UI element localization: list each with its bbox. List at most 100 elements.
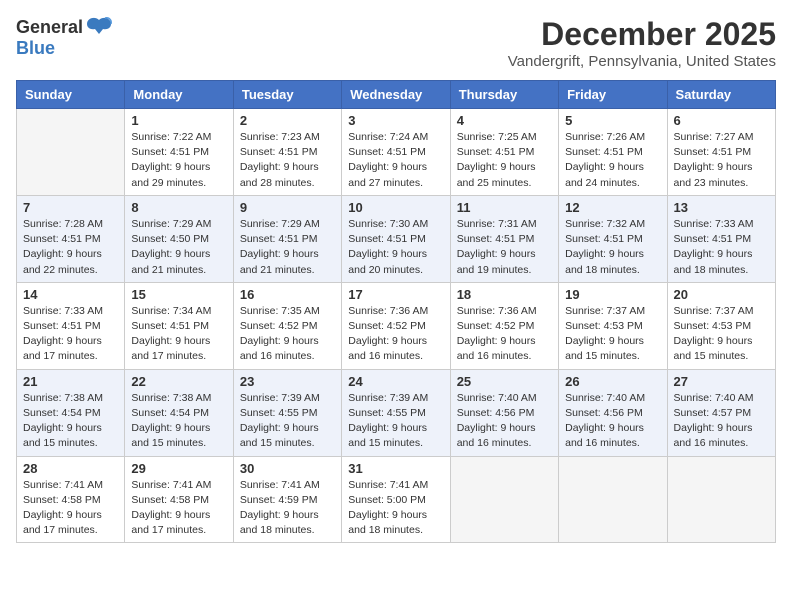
day-number: 8 bbox=[131, 200, 226, 215]
day-info: Sunrise: 7:41 AMSunset: 4:59 PMDaylight:… bbox=[240, 478, 335, 539]
day-info: Sunrise: 7:41 AMSunset: 4:58 PMDaylight:… bbox=[131, 478, 226, 539]
day-info: Sunrise: 7:36 AMSunset: 4:52 PMDaylight:… bbox=[348, 304, 443, 365]
calendar-cell bbox=[559, 456, 667, 543]
day-number: 26 bbox=[565, 374, 660, 389]
day-number: 19 bbox=[565, 287, 660, 302]
day-info: Sunrise: 7:29 AMSunset: 4:50 PMDaylight:… bbox=[131, 217, 226, 278]
day-number: 25 bbox=[457, 374, 552, 389]
calendar-cell: 14 Sunrise: 7:33 AMSunset: 4:51 PMDayligh… bbox=[17, 282, 125, 369]
calendar-header-row: SundayMondayTuesdayWednesdayThursdayFrid… bbox=[17, 81, 776, 109]
day-number: 11 bbox=[457, 200, 552, 215]
day-number: 9 bbox=[240, 200, 335, 215]
calendar-cell: 6Sunrise: 7:27 AMSunset: 4:51 PMDaylight… bbox=[667, 109, 775, 196]
day-info: Sunrise: 7:41 AMSunset: 5:00 PMDaylight:… bbox=[348, 478, 443, 539]
calendar-cell: 24Sunrise: 7:39 AMSunset: 4:55 PMDayligh… bbox=[342, 369, 450, 456]
calendar-week-4: 21Sunrise: 7:38 AMSunset: 4:54 PMDayligh… bbox=[17, 369, 776, 456]
day-number: 30 bbox=[240, 461, 335, 476]
calendar-cell: 26 Sunrise: 7:40 AMSunset: 4:56 PMDayligh… bbox=[559, 369, 667, 456]
calendar-header-wednesday: Wednesday bbox=[342, 81, 450, 109]
calendar-cell bbox=[667, 456, 775, 543]
day-info: Sunrise: 7:40 AMSunset: 4:56 PMDaylight:… bbox=[565, 391, 660, 452]
day-number: 10 bbox=[348, 200, 443, 215]
day-number: 23 bbox=[240, 374, 335, 389]
day-number: 13 bbox=[674, 200, 769, 215]
calendar-table: SundayMondayTuesdayWednesdayThursdayFrid… bbox=[16, 80, 776, 543]
day-info: Sunrise: 7:33 AMSunset: 4:51 PMDaylight:… bbox=[674, 217, 769, 278]
day-info: Sunrise: 7:41 AMSunset: 4:58 PMDaylight:… bbox=[23, 478, 118, 539]
day-number: 24 bbox=[348, 374, 443, 389]
logo-general: General bbox=[16, 17, 83, 38]
day-number: 22 bbox=[131, 374, 226, 389]
logo-bird-icon bbox=[85, 16, 113, 38]
day-number: 14 bbox=[23, 287, 118, 302]
logo: General Blue bbox=[16, 16, 113, 59]
calendar-header-tuesday: Tuesday bbox=[233, 81, 341, 109]
day-number: 3 bbox=[348, 113, 443, 128]
day-number: 27 bbox=[674, 374, 769, 389]
page-header: General Blue December 2025 Vandergrift, … bbox=[16, 16, 776, 70]
day-number: 16 bbox=[240, 287, 335, 302]
day-info: Sunrise: 7:36 AMSunset: 4:52 PMDaylight:… bbox=[457, 304, 552, 365]
calendar-cell: 2Sunrise: 7:23 AMSunset: 4:51 PMDaylight… bbox=[233, 109, 341, 196]
day-info: Sunrise: 7:38 AMSunset: 4:54 PMDaylight:… bbox=[131, 391, 226, 452]
calendar-cell bbox=[450, 456, 558, 543]
calendar-cell: 15 Sunrise: 7:34 AMSunset: 4:51 PMDayligh… bbox=[125, 282, 233, 369]
calendar-cell: 4 Sunrise: 7:25 AMSunset: 4:51 PMDaylight… bbox=[450, 109, 558, 196]
day-info: Sunrise: 7:37 AMSunset: 4:53 PMDaylight:… bbox=[565, 304, 660, 365]
day-info: Sunrise: 7:37 AMSunset: 4:53 PMDaylight:… bbox=[674, 304, 769, 365]
calendar-header-saturday: Saturday bbox=[667, 81, 775, 109]
calendar-week-3: 14 Sunrise: 7:33 AMSunset: 4:51 PMDayligh… bbox=[17, 282, 776, 369]
calendar-cell: 28 Sunrise: 7:41 AMSunset: 4:58 PMDayligh… bbox=[17, 456, 125, 543]
calendar-cell: 29 Sunrise: 7:41 AMSunset: 4:58 PMDayligh… bbox=[125, 456, 233, 543]
day-number: 1 bbox=[131, 113, 226, 128]
calendar-cell: 8 Sunrise: 7:29 AMSunset: 4:50 PMDaylight… bbox=[125, 195, 233, 282]
calendar-header-friday: Friday bbox=[559, 81, 667, 109]
calendar-cell: 19 Sunrise: 7:37 AMSunset: 4:53 PMDayligh… bbox=[559, 282, 667, 369]
day-number: 6 bbox=[674, 113, 769, 128]
day-info: Sunrise: 7:30 AMSunset: 4:51 PMDaylight:… bbox=[348, 217, 443, 278]
logo-blue: Blue bbox=[16, 38, 55, 59]
day-info: Sunrise: 7:35 AMSunset: 4:52 PMDaylight:… bbox=[240, 304, 335, 365]
calendar-week-1: 1Sunrise: 7:22 AMSunset: 4:51 PMDaylight… bbox=[17, 109, 776, 196]
calendar-cell: 9 Sunrise: 7:29 AMSunset: 4:51 PMDaylight… bbox=[233, 195, 341, 282]
location-title: Vandergrift, Pennsylvania, United States bbox=[508, 53, 776, 70]
calendar-cell: 20 Sunrise: 7:37 AMSunset: 4:53 PMDayligh… bbox=[667, 282, 775, 369]
day-info: Sunrise: 7:25 AMSunset: 4:51 PMDaylight:… bbox=[457, 130, 552, 191]
day-number: 18 bbox=[457, 287, 552, 302]
day-info: Sunrise: 7:26 AMSunset: 4:51 PMDaylight:… bbox=[565, 130, 660, 191]
day-info: Sunrise: 7:40 AMSunset: 4:57 PMDaylight:… bbox=[674, 391, 769, 452]
calendar-cell: 10 Sunrise: 7:30 AMSunset: 4:51 PMDayligh… bbox=[342, 195, 450, 282]
calendar-cell: 12Sunrise: 7:32 AMSunset: 4:51 PMDayligh… bbox=[559, 195, 667, 282]
calendar-cell: 17 Sunrise: 7:36 AMSunset: 4:52 PMDayligh… bbox=[342, 282, 450, 369]
calendar-cell: 22 Sunrise: 7:38 AMSunset: 4:54 PMDayligh… bbox=[125, 369, 233, 456]
calendar-cell: 18 Sunrise: 7:36 AMSunset: 4:52 PMDayligh… bbox=[450, 282, 558, 369]
day-info: Sunrise: 7:23 AMSunset: 4:51 PMDaylight:… bbox=[240, 130, 335, 191]
calendar-cell: 25 Sunrise: 7:40 AMSunset: 4:56 PMDayligh… bbox=[450, 369, 558, 456]
calendar-cell: 27 Sunrise: 7:40 AMSunset: 4:57 PMDayligh… bbox=[667, 369, 775, 456]
calendar-week-2: 7 Sunrise: 7:28 AMSunset: 4:51 PMDaylight… bbox=[17, 195, 776, 282]
day-info: Sunrise: 7:40 AMSunset: 4:56 PMDaylight:… bbox=[457, 391, 552, 452]
day-info: Sunrise: 7:39 AMSunset: 4:55 PMDaylight:… bbox=[240, 391, 335, 452]
calendar-cell: 16 Sunrise: 7:35 AMSunset: 4:52 PMDayligh… bbox=[233, 282, 341, 369]
day-info: Sunrise: 7:29 AMSunset: 4:51 PMDaylight:… bbox=[240, 217, 335, 278]
calendar-cell: 5Sunrise: 7:26 AMSunset: 4:51 PMDaylight… bbox=[559, 109, 667, 196]
day-number: 4 bbox=[457, 113, 552, 128]
day-info: Sunrise: 7:33 AMSunset: 4:51 PMDaylight:… bbox=[23, 304, 118, 365]
day-number: 7 bbox=[23, 200, 118, 215]
day-number: 28 bbox=[23, 461, 118, 476]
calendar-cell: 30 Sunrise: 7:41 AMSunset: 4:59 PMDayligh… bbox=[233, 456, 341, 543]
day-number: 29 bbox=[131, 461, 226, 476]
calendar-header-thursday: Thursday bbox=[450, 81, 558, 109]
calendar-header-monday: Monday bbox=[125, 81, 233, 109]
day-info: Sunrise: 7:34 AMSunset: 4:51 PMDaylight:… bbox=[131, 304, 226, 365]
day-info: Sunrise: 7:31 AMSunset: 4:51 PMDaylight:… bbox=[457, 217, 552, 278]
calendar-cell: 11 Sunrise: 7:31 AMSunset: 4:51 PMDayligh… bbox=[450, 195, 558, 282]
day-number: 15 bbox=[131, 287, 226, 302]
day-number: 20 bbox=[674, 287, 769, 302]
day-info: Sunrise: 7:28 AMSunset: 4:51 PMDaylight:… bbox=[23, 217, 118, 278]
calendar-cell: 23 Sunrise: 7:39 AMSunset: 4:55 PMDayligh… bbox=[233, 369, 341, 456]
calendar-cell: 31Sunrise: 7:41 AMSunset: 5:00 PMDayligh… bbox=[342, 456, 450, 543]
calendar-cell: 3Sunrise: 7:24 AMSunset: 4:51 PMDaylight… bbox=[342, 109, 450, 196]
title-block: December 2025 Vandergrift, Pennsylvania,… bbox=[508, 16, 776, 70]
day-number: 17 bbox=[348, 287, 443, 302]
